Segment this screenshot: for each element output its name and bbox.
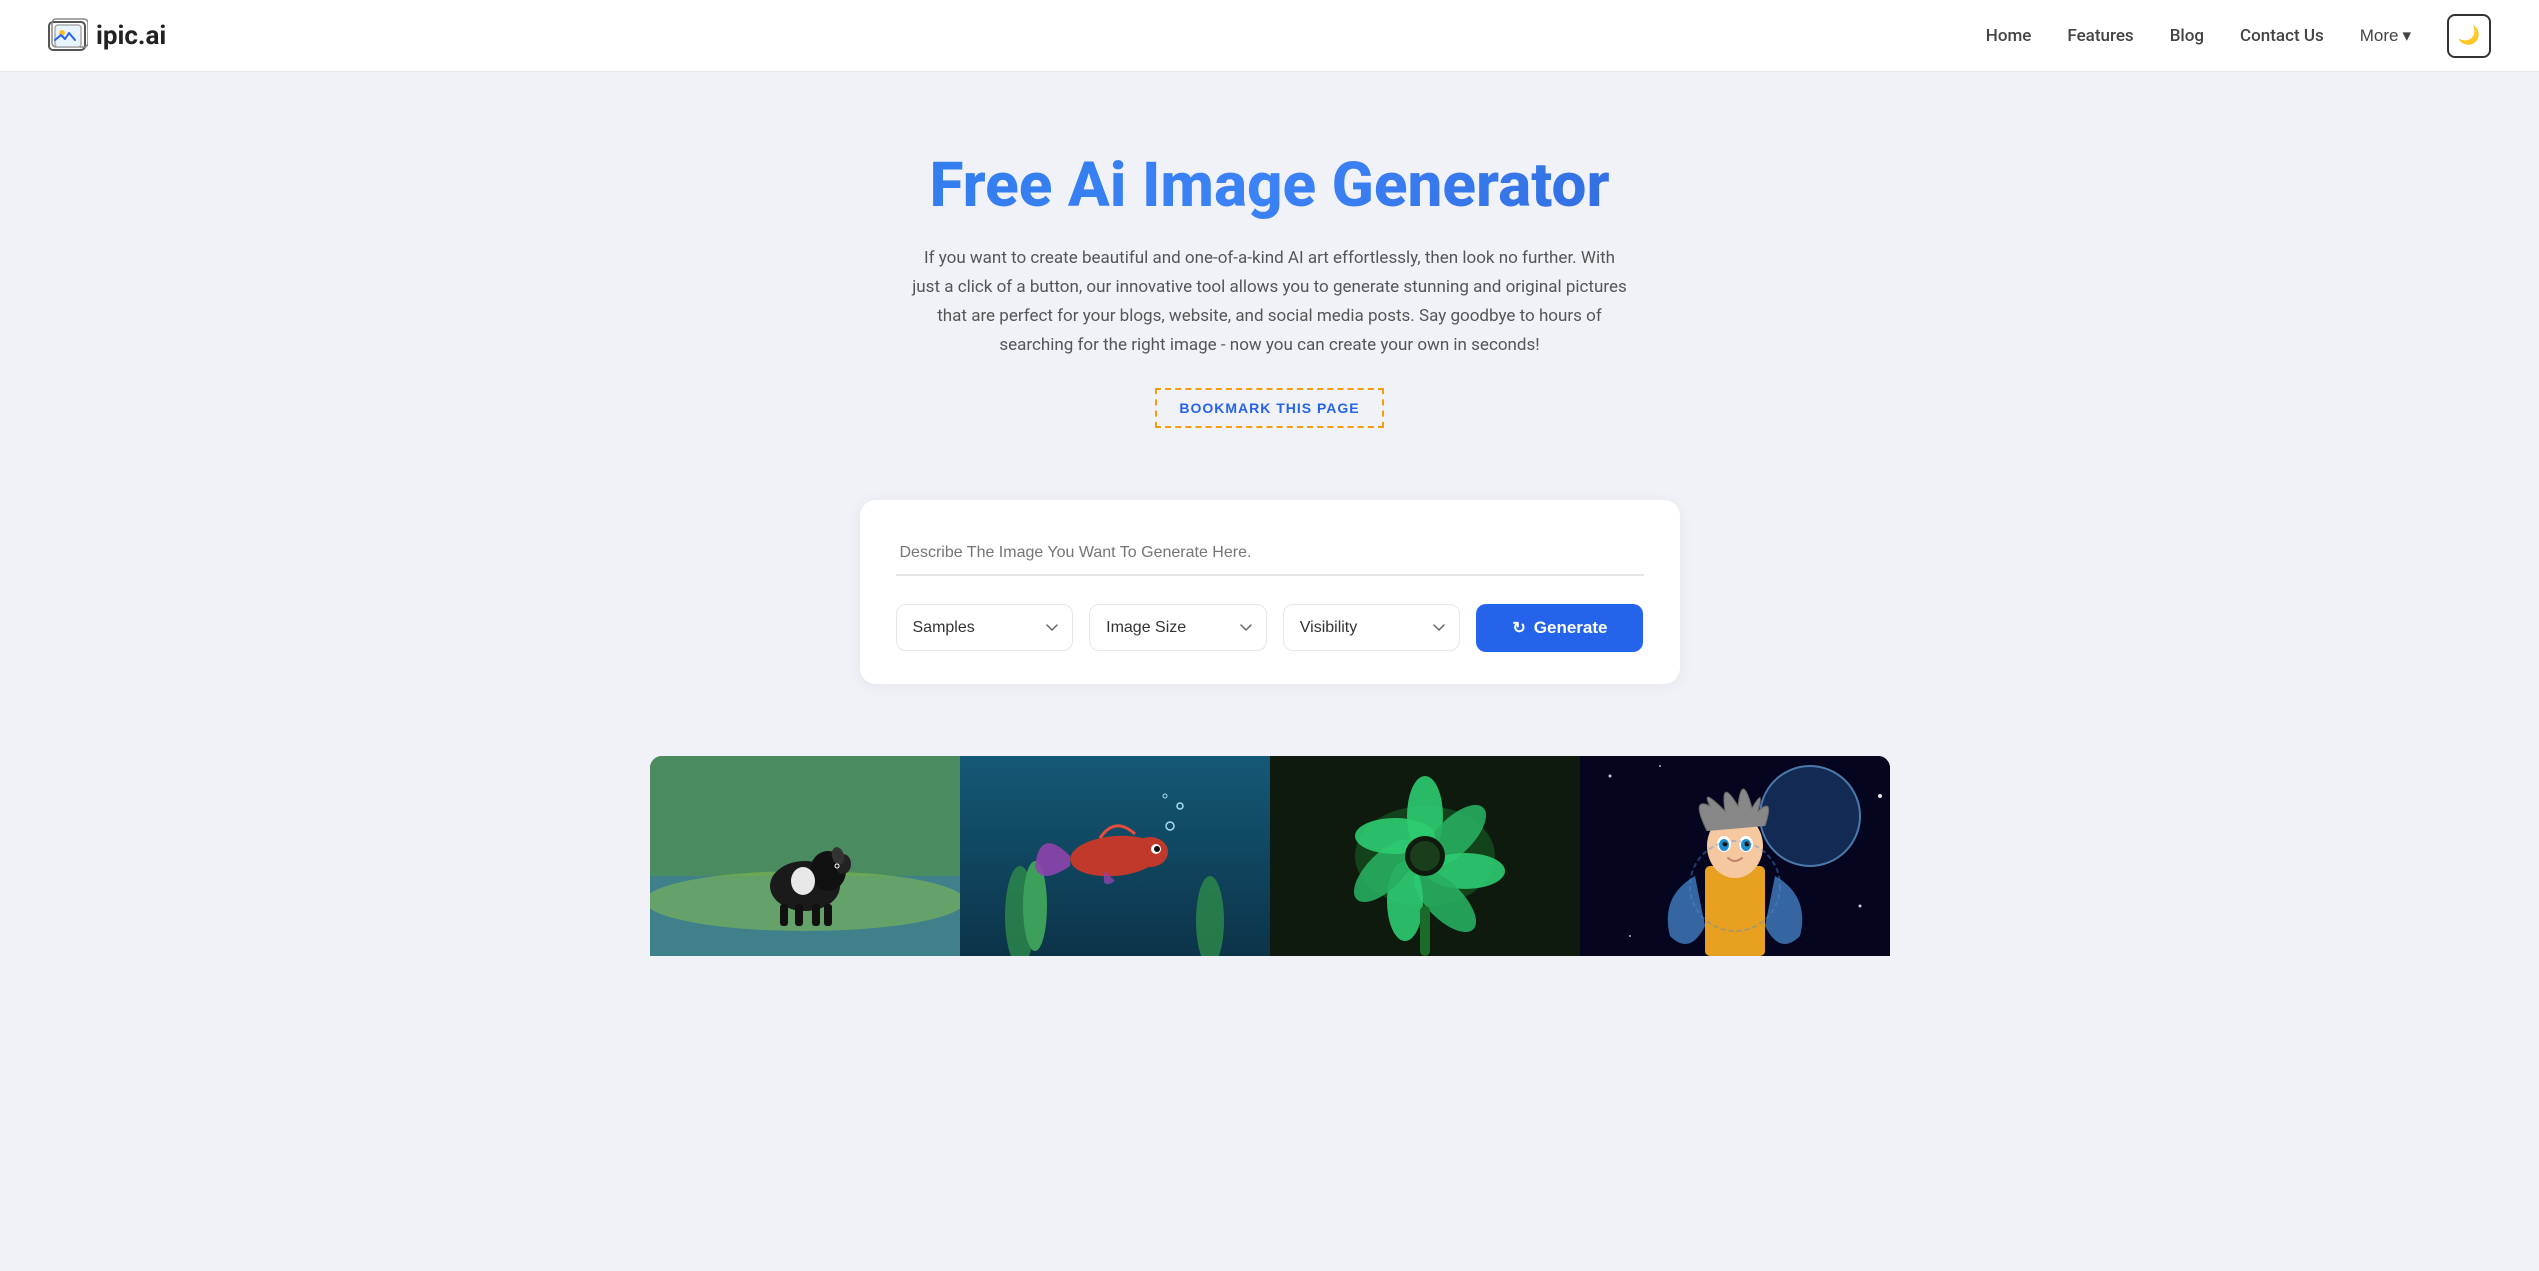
refresh-icon: ↻ [1512, 618, 1525, 638]
image-gallery [0, 716, 2539, 956]
hero-title: Free Ai Image Generator [20, 152, 2519, 220]
prompt-input[interactable] [896, 532, 1644, 576]
visibility-dropdown[interactable]: Visibility Public Private [1283, 604, 1461, 651]
samples-dropdown[interactable]: Samples 1 2 3 4 [896, 604, 1074, 651]
nav-links: Home Features Blog Contact Us More ▾ 🌙 [1986, 14, 2491, 58]
hero-section: Free Ai Image Generator If you want to c… [0, 72, 2539, 468]
nav-features[interactable]: Features [2067, 26, 2133, 46]
nav-home[interactable]: Home [1986, 26, 2032, 46]
gallery-item-dog[interactable] [650, 756, 960, 956]
controls-row: Samples 1 2 3 4 Image Size 512x512 768x7… [896, 604, 1644, 652]
dark-mode-toggle[interactable]: 🌙 [2447, 14, 2491, 58]
hero-description: If you want to create beautiful and one-… [910, 244, 1630, 360]
bookmark-button[interactable]: BOOKMARK THIS PAGE [1155, 388, 1383, 428]
gallery-item-flower[interactable] [1270, 756, 1580, 956]
moon-icon: 🌙 [2458, 25, 2480, 46]
gallery-item-anime[interactable] [1580, 756, 1890, 956]
gallery-item-fish[interactable] [960, 756, 1270, 956]
nav-contact[interactable]: Contact Us [2240, 26, 2324, 46]
generator-card: Samples 1 2 3 4 Image Size 512x512 768x7… [860, 500, 1680, 684]
image-size-dropdown[interactable]: Image Size 512x512 768x768 1024x1024 [1089, 604, 1267, 651]
logo-link[interactable]: ipic.ai [48, 18, 166, 54]
brand-name: ipic.ai [96, 21, 166, 51]
generate-button[interactable]: ↻ Generate [1476, 604, 1643, 652]
logo-icon [48, 18, 88, 54]
chevron-down-icon: ▾ [2402, 26, 2411, 46]
navbar: ipic.ai Home Features Blog Contact Us Mo… [0, 0, 2539, 72]
more-dropdown-button[interactable]: More ▾ [2360, 26, 2411, 46]
nav-blog[interactable]: Blog [2170, 26, 2204, 46]
